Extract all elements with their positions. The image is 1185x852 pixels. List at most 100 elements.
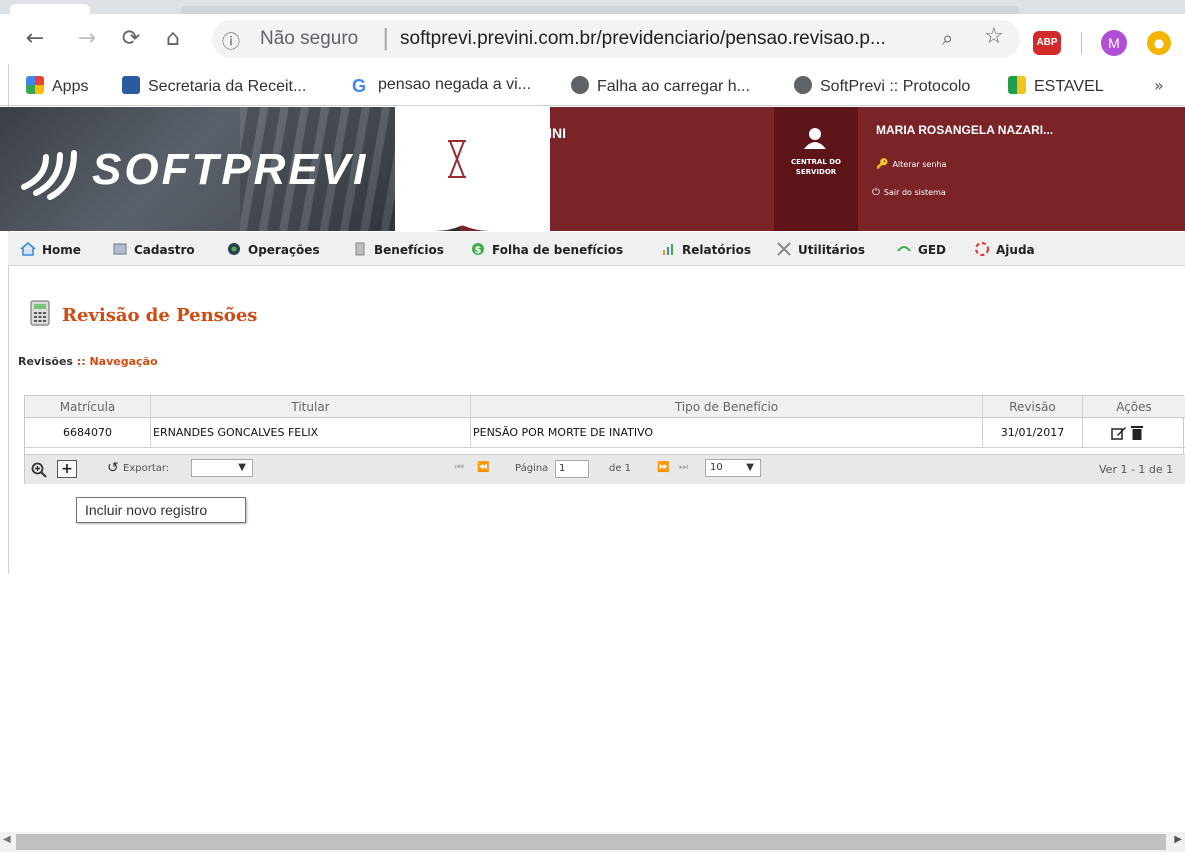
column-header-matricula[interactable]: Matrícula xyxy=(25,396,151,418)
change-password-link[interactable]: 🔑 Alterar senha xyxy=(876,159,946,170)
more-bookmarks-icon[interactable]: » xyxy=(1154,76,1164,95)
central-servidor-button[interactable]: CENTRAL DO SERVIDOR xyxy=(774,107,858,231)
table-row[interactable]: 6684070 ERNANDES GONCALVES FELIX PENSÃO … xyxy=(25,418,1185,448)
cell-titular: ERNANDES GONCALVES FELIX xyxy=(151,418,471,448)
column-header-titular[interactable]: Titular xyxy=(151,396,471,418)
last-page-icon[interactable]: ⏭ xyxy=(679,462,688,473)
previous-page-icon[interactable]: ⏪ xyxy=(477,462,489,473)
logo-banner: SOFTPREVI xyxy=(0,107,460,231)
export-select[interactable]: ▼ xyxy=(191,459,253,477)
forward-icon[interactable]: → xyxy=(72,24,102,54)
bookmark-google[interactable]: Gpensao negada a vi... xyxy=(352,76,531,96)
app-header: SOFTPREVI PREVINI CENTRAL DO SERVIDOR MA… xyxy=(0,107,1185,231)
reload-icon[interactable]: ⟳ xyxy=(116,24,146,54)
logout-label: Sair do sistema xyxy=(883,188,946,197)
profile-avatar[interactable]: M xyxy=(1101,30,1127,56)
calculator-icon xyxy=(30,300,50,326)
search-zoom-icon[interactable] xyxy=(31,462,47,478)
extension-icon[interactable]: ● xyxy=(1147,31,1171,55)
export-label: Exportar: xyxy=(123,463,170,474)
browser-toolbar: ← → ⟳ ⌂ ⓘ Não seguro | softprevi.previni… xyxy=(0,14,1185,64)
bookmark-falha[interactable]: Falha ao carregar h... xyxy=(571,76,750,96)
grid-pager: + ↺ Exportar: ▼ ⏮ ⏪ Página 1 de 1 ⏩ ⏭ 10… xyxy=(25,454,1185,484)
menu-label: Benefícios xyxy=(374,243,444,257)
estavel-favicon-icon xyxy=(1008,76,1026,94)
menu-utilitarios[interactable]: Utilitários xyxy=(776,241,865,257)
url-text[interactable]: softprevi.previni.com.br/previdenciario/… xyxy=(400,28,886,50)
address-separator: | xyxy=(382,26,390,51)
menu-label: Relatórios xyxy=(682,243,751,257)
globe-icon xyxy=(794,76,812,94)
menu-label: Ajuda xyxy=(996,243,1035,257)
chevron-down-icon: ▼ xyxy=(746,462,754,473)
central-servidor-label: CENTRAL DO SERVIDOR xyxy=(790,158,842,176)
menu-label: GED xyxy=(918,243,947,257)
bookmark-protocolo[interactable]: SoftPrevi :: Protocolo xyxy=(794,76,970,96)
browser-tab[interactable] xyxy=(10,4,90,14)
svg-text:$: $ xyxy=(475,245,482,256)
page-size-value: 10 xyxy=(710,462,723,473)
menu-label: Operações xyxy=(248,243,320,257)
scroll-right-icon[interactable]: ▶ xyxy=(1174,834,1182,845)
menu-home[interactable]: Home xyxy=(20,241,81,257)
scrollbar-thumb[interactable] xyxy=(16,834,1166,850)
back-icon[interactable]: ← xyxy=(20,24,50,54)
next-page-icon[interactable]: ⏩ xyxy=(657,462,669,473)
bookmark-label: ESTAVEL xyxy=(1034,78,1104,95)
ged-icon xyxy=(897,246,911,252)
bookmark-label: Apps xyxy=(52,78,89,95)
scroll-left-icon[interactable]: ◀ xyxy=(3,834,11,845)
menu-ajuda[interactable]: Ajuda xyxy=(974,241,1035,257)
first-page-icon[interactable]: ⏮ xyxy=(455,462,464,473)
cadastro-icon xyxy=(113,243,127,255)
page-title: Revisão de Pensões xyxy=(62,305,258,326)
cell-tipo-beneficio: PENSÃO POR MORTE DE INATIVO xyxy=(471,418,983,448)
toolbar-divider xyxy=(1081,32,1082,54)
page-input[interactable]: 1 xyxy=(555,460,589,478)
trash-icon[interactable] xyxy=(1131,425,1143,440)
bookmark-apps[interactable]: Apps xyxy=(26,76,88,96)
logo-text: SOFTPREVI xyxy=(92,145,369,194)
logout-link[interactable]: ⏻ Sair do sistema xyxy=(872,187,946,198)
menu-folha-beneficios[interactable]: $ Folha de benefícios xyxy=(470,241,623,257)
bookmark-label: Falha ao carregar h... xyxy=(597,78,750,95)
adblock-extension-icon[interactable]: ABP xyxy=(1033,31,1061,55)
plus-icon: + xyxy=(61,461,73,477)
records-info: Ver 1 - 1 de 1 xyxy=(1099,463,1174,476)
hourglass-icon xyxy=(448,140,466,178)
softprevi-logo-icon xyxy=(21,150,77,200)
address-bar[interactable]: ⓘ Não seguro | softprevi.previni.com.br/… xyxy=(212,20,1020,58)
bookmark-label: pensao negada a vi... xyxy=(378,76,532,93)
menu-beneficios[interactable]: Benefícios xyxy=(352,241,444,257)
bookmark-receita[interactable]: Secretaria da Receit... xyxy=(122,76,306,96)
refresh-icon[interactable]: ↺ xyxy=(107,460,119,476)
apps-grid-icon xyxy=(26,76,44,94)
menu-label: Folha de benefícios xyxy=(492,243,624,257)
breadcrumb: Revisões :: Navegação xyxy=(18,355,158,368)
money-icon: $ xyxy=(472,243,484,256)
change-password-label: Alterar senha xyxy=(892,160,947,169)
breadcrumb-revisoes[interactable]: Revisões xyxy=(18,355,73,368)
add-record-button[interactable]: + xyxy=(57,460,77,478)
horizontal-scrollbar[interactable]: ◀ ▶ xyxy=(0,832,1185,852)
menu-operacoes[interactable]: Operações xyxy=(226,241,320,257)
user-icon xyxy=(804,128,826,149)
page-size-select[interactable]: 10 ▼ xyxy=(705,459,761,477)
zoom-icon[interactable]: ⌕ xyxy=(942,26,953,50)
menu-ged[interactable]: GED xyxy=(896,241,946,257)
menu-cadastro[interactable]: Cadastro xyxy=(112,241,195,257)
bookmark-star-icon[interactable]: ☆ xyxy=(984,24,1004,49)
edit-icon[interactable] xyxy=(1111,426,1127,440)
column-header-tipo-beneficio[interactable]: Tipo de Benefício xyxy=(471,396,983,418)
help-lifebuoy-icon xyxy=(975,242,989,256)
info-icon[interactable]: ⓘ xyxy=(222,28,242,53)
bookmark-estavel[interactable]: ESTAVEL xyxy=(1008,76,1104,96)
cell-matricula: 6684070 xyxy=(25,418,151,448)
menu-relatorios[interactable]: Relatórios xyxy=(660,241,751,257)
home-icon[interactable]: ⌂ xyxy=(158,24,188,54)
column-header-revisao[interactable]: Revisão xyxy=(983,396,1083,418)
browser-tab-inactive[interactable] xyxy=(180,6,1020,14)
benefits-icon xyxy=(355,242,365,256)
receita-favicon-icon xyxy=(122,76,140,94)
cell-acoes xyxy=(1083,418,1185,448)
